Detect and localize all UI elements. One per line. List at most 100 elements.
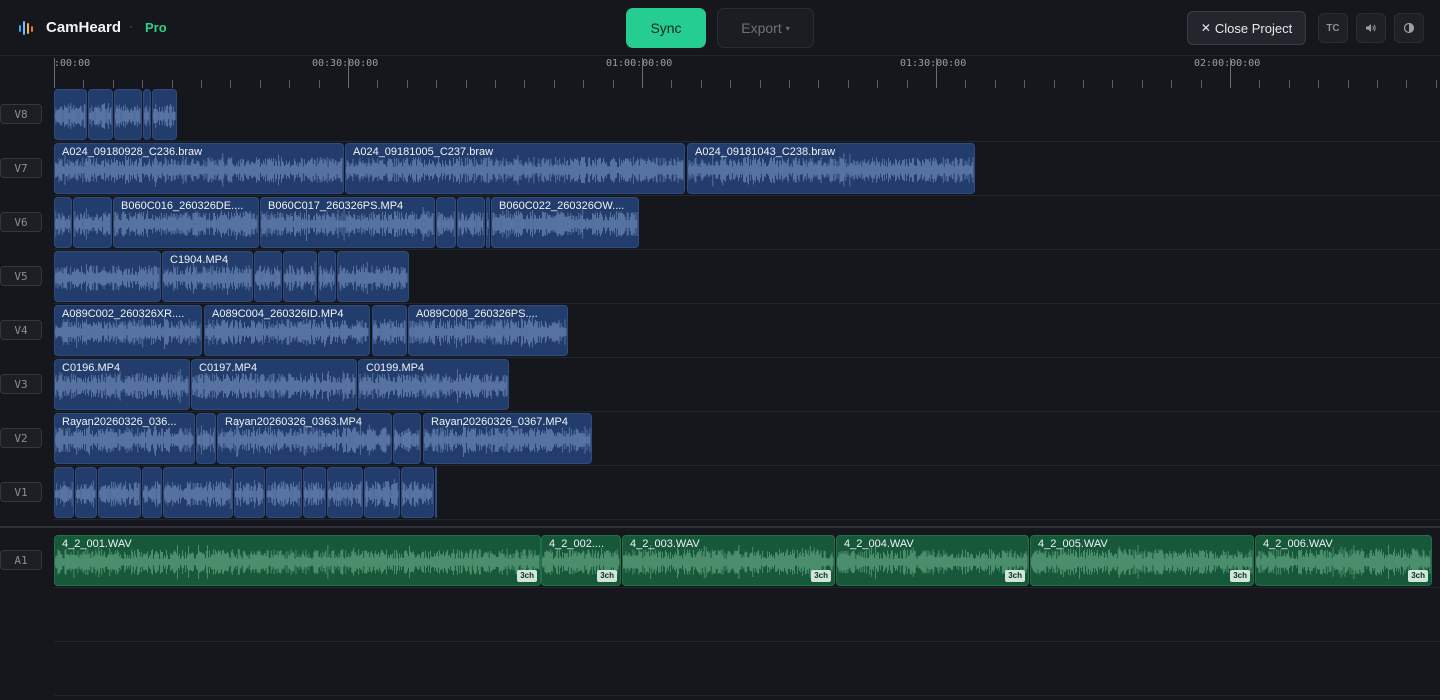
ruler-tick [877,80,878,88]
video-clip[interactable]: B060C022_260326OW.... [491,197,639,248]
video-clip[interactable] [54,89,87,140]
video-clip[interactable] [142,467,162,518]
volume-button[interactable] [1356,13,1386,43]
video-clip[interactable] [486,197,490,248]
waveform-graphic [55,315,201,349]
video-clip[interactable] [54,251,161,302]
track-label-v4[interactable]: V4 [0,320,42,340]
video-clip[interactable] [98,467,141,518]
track-separator [54,587,1440,588]
video-clip[interactable] [283,251,317,302]
audio-clip[interactable]: 4_2_005.WAV 3ch [1030,535,1254,586]
track-label-v8[interactable]: V8 [0,104,42,124]
clip-name: Rayan20260326_0363.MP4 [225,416,363,428]
video-clip[interactable] [327,467,363,518]
app-name: CamHeard [46,19,122,36]
video-clip[interactable] [75,467,97,518]
track-label-v5[interactable]: V5 [0,266,42,286]
video-clip[interactable]: A089C004_260326ID.MP4 [204,305,370,356]
video-clip[interactable]: Rayan20260326_0363.MP4 [217,413,392,464]
track-label-v7[interactable]: V7 [0,158,42,178]
video-clip[interactable]: Rayan20260326_036... [54,413,195,464]
audio-clip[interactable]: 4_2_004.WAV 3ch [836,535,1029,586]
waveform-graphic [153,103,176,129]
waveform-logo-icon [19,21,33,35]
video-clip[interactable]: C0197.MP4 [191,359,357,410]
ruler-tick [1348,80,1349,88]
video-clip[interactable]: B060C017_260326PS.MP4 [260,197,435,248]
track-label-v6[interactable]: V6 [0,212,42,232]
video-clip[interactable] [234,467,265,518]
waveform-graphic [492,209,638,239]
video-clip[interactable] [196,413,216,464]
ruler-tick [995,80,996,88]
video-clip[interactable]: A089C002_260326XR.... [54,305,202,356]
close-icon: ✕ [1200,21,1211,35]
track-label-v2[interactable]: V2 [0,428,42,448]
ruler-tick [1112,80,1113,88]
ruler-tick [554,80,555,88]
video-clip[interactable] [88,89,113,140]
video-clip[interactable] [114,89,142,140]
video-clip[interactable] [54,197,72,248]
video-clip[interactable] [73,197,112,248]
clip-name: 4_2_003.WAV [630,538,700,550]
waveform-graphic [197,425,215,455]
waveform-graphic [837,545,1028,579]
audio-clip[interactable]: 4_2_002.... 3ch [541,535,621,586]
ruler-tick [1318,80,1319,88]
video-clip[interactable] [436,197,456,248]
sync-button[interactable]: Sync [626,8,706,48]
track-label-a1[interactable]: A1 [0,550,42,570]
video-clip[interactable] [266,467,302,518]
waveform-graphic [114,208,258,240]
video-clip[interactable]: C0196.MP4 [54,359,190,410]
channel-count-badge: 3ch [1230,570,1250,582]
waveform-graphic [359,369,508,403]
timecode-toggle-button[interactable]: TC [1318,13,1348,43]
video-clip[interactable] [457,197,485,248]
waveform-graphic [164,479,232,509]
waveform-graphic [89,103,112,129]
video-clip[interactable]: A024_09180928_C236.braw [54,143,344,194]
video-clip[interactable] [372,305,407,356]
video-clip[interactable] [393,413,421,464]
video-clip[interactable]: B060C016_260326DE.... [113,197,259,248]
video-clip[interactable] [152,89,177,140]
waveform-graphic [235,479,264,509]
ruler-tick [1436,80,1437,88]
track-separator [54,519,1440,520]
close-project-button[interactable]: ✕ Close Project [1187,11,1306,45]
track-label-v1[interactable]: V1 [0,482,42,502]
video-clip[interactable] [337,251,409,302]
audio-clip[interactable]: 4_2_006.WAV 3ch [1255,535,1432,586]
video-clip[interactable]: C1904.MP4 [162,251,253,302]
video-clip[interactable] [435,467,437,518]
waveform-graphic [319,265,335,291]
waveform-graphic [402,481,433,507]
video-clip[interactable] [318,251,336,302]
track-label-v3[interactable]: V3 [0,374,42,394]
theme-toggle-button[interactable] [1394,13,1424,43]
video-clip[interactable] [163,467,233,518]
video-clip[interactable] [303,467,326,518]
video-clip[interactable] [54,467,74,518]
channel-count-badge: 3ch [1408,570,1428,582]
waveform-graphic [458,211,484,237]
close-project-label: Close Project [1214,20,1293,36]
video-clip[interactable] [364,467,400,518]
video-clip[interactable] [254,251,282,302]
timeline-ruler[interactable]: :00:00 00:30:00:00 01:00:00:00 01:30:00:00 0… [0,56,1440,88]
video-clip[interactable]: A024_09181043_C238.braw [687,143,975,194]
video-clip[interactable]: A089C008_260326PS.... [408,305,568,356]
audio-clip[interactable]: 4_2_001.WAV 3ch [54,535,541,586]
export-button[interactable]: Export ▾ [717,8,814,48]
audio-clip[interactable]: 4_2_003.WAV 3ch [622,535,835,586]
waveform-graphic [338,261,408,295]
video-clip[interactable]: Rayan20260326_0367.MP4 [423,413,592,464]
video-clip[interactable] [401,467,434,518]
ruler-time-label: 01:00:00:00 [606,58,673,69]
video-clip[interactable]: C0199.MP4 [358,359,509,410]
video-clip[interactable] [143,89,151,140]
video-clip[interactable]: A024_09181005_C237.braw [345,143,685,194]
